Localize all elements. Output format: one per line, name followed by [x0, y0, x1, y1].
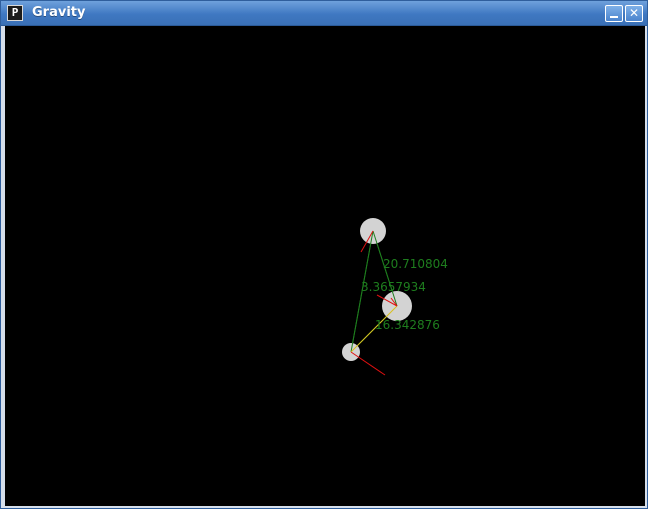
- gravity-window: P Gravity ✕ 20.710804 3.3657934 16.34287…: [0, 0, 648, 509]
- simulation-svg: 20.710804 3.3657934 16.342876: [342, 218, 448, 376]
- title-bar[interactable]: P Gravity ✕: [1, 1, 647, 26]
- minimize-icon: [610, 16, 618, 18]
- app-icon[interactable]: P: [7, 5, 23, 21]
- velocity-vector-c: [350, 351, 386, 376]
- distance-label-b-c: 16.342876: [375, 318, 440, 332]
- close-icon: ✕: [628, 6, 640, 20]
- window-title: Gravity: [32, 5, 86, 20]
- minimize-button[interactable]: [605, 5, 623, 22]
- close-button[interactable]: ✕: [625, 5, 643, 22]
- distance-label-a-b: 20.710804: [383, 257, 448, 271]
- distance-label-a-c: 3.3657934: [361, 280, 426, 294]
- simulation-canvas[interactable]: 20.710804 3.3657934 16.342876: [5, 26, 645, 506]
